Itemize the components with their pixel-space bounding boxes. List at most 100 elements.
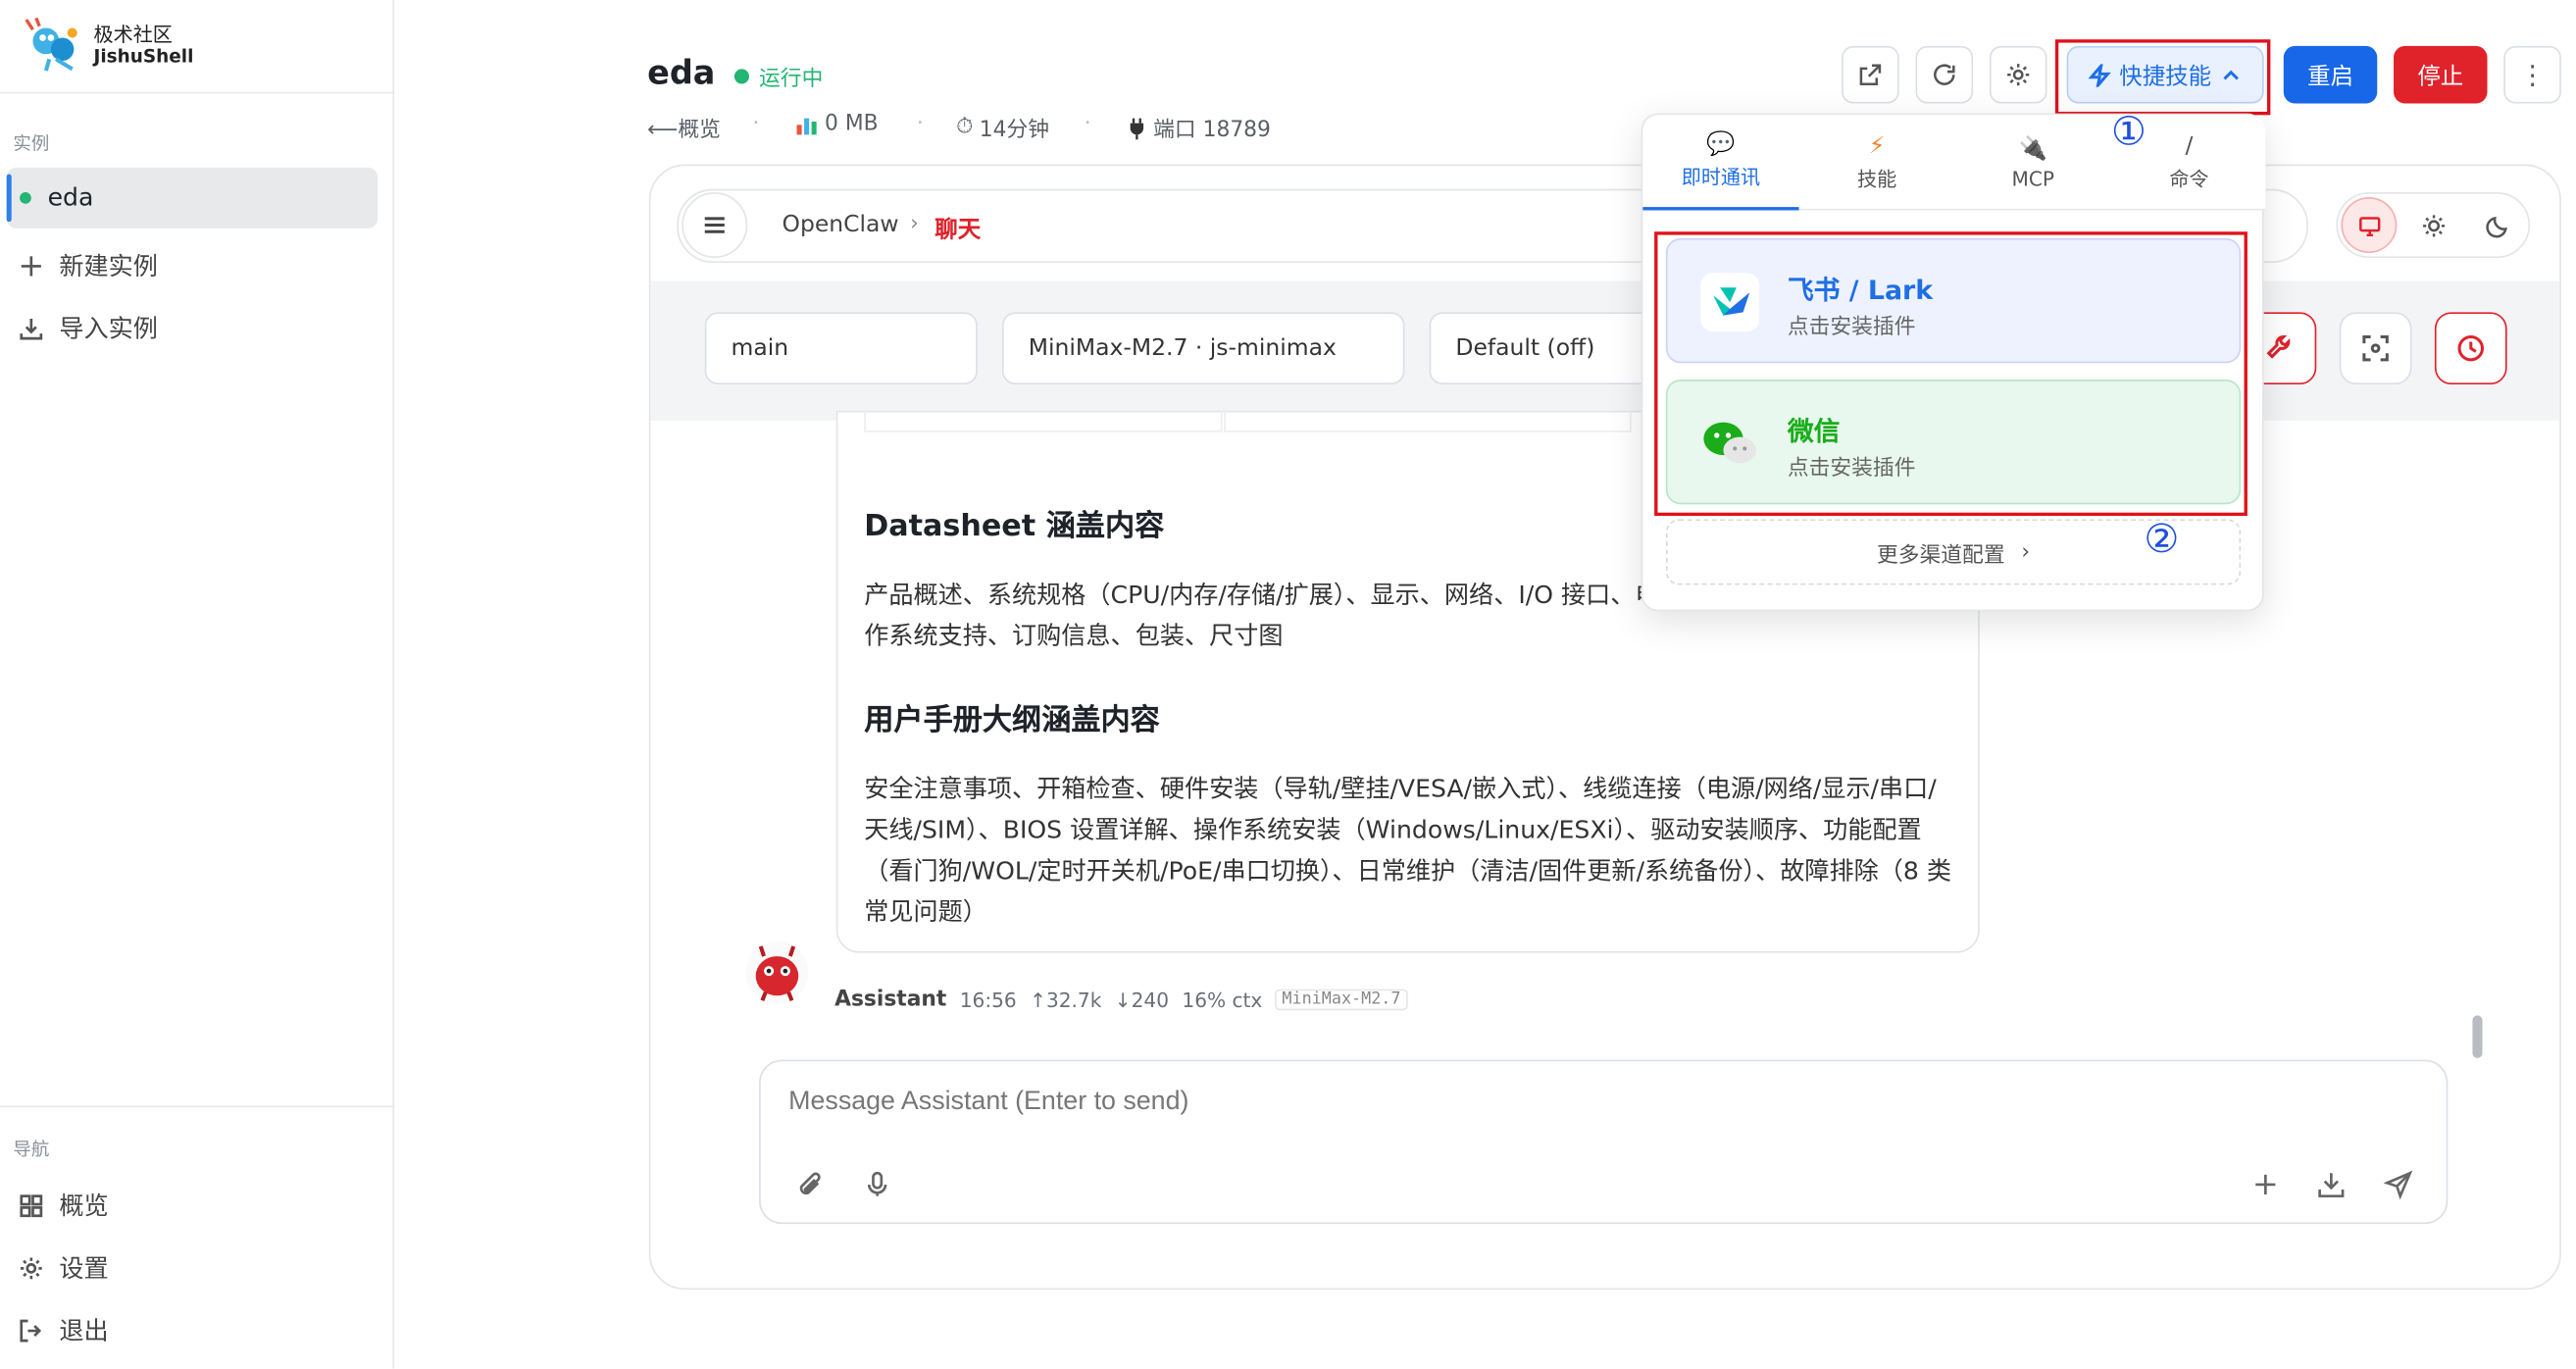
new-instance-label: 新建实例 <box>59 251 158 281</box>
logout-label: 退出 <box>59 1315 109 1346</box>
message-time: 16:56 <box>959 988 1017 1012</box>
session-select[interactable]: main <box>704 312 978 385</box>
gear-icon <box>2007 64 2030 86</box>
stopwatch-icon: ⏱ <box>956 115 974 140</box>
tokens-in: ↑32.7k <box>1030 988 1102 1012</box>
bolt-icon: ⚡ <box>1868 132 1886 160</box>
memory-usage: 0 MB <box>795 112 879 136</box>
theme-switcher <box>2336 192 2531 259</box>
hamburger-icon <box>704 217 725 233</box>
plug-icon <box>1130 117 1144 139</box>
memory-value: 0 MB <box>825 111 879 137</box>
message-author: Assistant <box>834 987 947 1013</box>
thinking-select[interactable]: Default (off) <box>1429 312 1660 385</box>
menu-toggle-button[interactable] <box>682 192 748 259</box>
nav-section-label: 导航 <box>13 1139 50 1160</box>
sun-icon <box>2422 214 2445 236</box>
clock-icon <box>2457 334 2485 362</box>
uptime: ⏱ 14分钟 <box>956 112 1050 143</box>
model-select[interactable]: MiniMax-M2.7 · js-minimax <box>1001 312 1405 385</box>
session-value: main <box>731 334 789 362</box>
focus-button[interactable] <box>2339 312 2412 385</box>
scrollbar-thumb[interactable] <box>2472 1015 2483 1058</box>
brand-name-cn: 极术社区 <box>93 23 173 46</box>
context-usage: 16% ctx <box>1182 988 1263 1012</box>
history-button[interactable] <box>2434 312 2507 385</box>
focus-icon <box>2362 334 2389 362</box>
running-dot-icon <box>20 192 31 204</box>
back-overview-link[interactable]: ⟵概览 <box>647 112 721 143</box>
dropdown-tabs: 💬 即时通讯 ⚡ 技能 🔌 MCP / 命令 <box>1642 115 2266 211</box>
bar-chart-icon <box>796 117 817 134</box>
model-value: MiniMax-M2.7 · js-minimax <box>1028 334 1337 362</box>
breadcrumb-current: 聊天 <box>934 217 982 243</box>
chat-bubble-icon: 💬 <box>1706 131 1736 158</box>
status-badge: 运行中 <box>733 61 824 92</box>
message-heading-manual: 用户手册大纲涵盖内容 <box>864 703 1160 738</box>
tab-label: 即时通讯 <box>1681 166 1761 189</box>
annotation-one: ① <box>2110 108 2147 155</box>
new-session-button[interactable] <box>2249 1168 2283 1201</box>
chevron-right-icon: › <box>2021 539 2031 565</box>
sidebar-item-overview[interactable]: 概览 <box>18 1188 109 1222</box>
tab-label: 命令 <box>2169 167 2209 191</box>
send-button[interactable] <box>2382 1168 2415 1201</box>
status-text: 运行中 <box>759 67 824 92</box>
table-remnant <box>864 410 1223 432</box>
voice-button[interactable] <box>861 1168 894 1201</box>
gear-icon <box>20 1256 42 1279</box>
port-info: 端口 18789 <box>1127 112 1271 143</box>
jishushell-logo <box>25 17 77 72</box>
stop-button[interactable]: 停止 <box>2394 45 2488 104</box>
plus-icon <box>21 255 41 276</box>
breadcrumb-root[interactable]: OpenClaw <box>782 212 898 238</box>
instance-name: eda <box>47 181 94 213</box>
message-paragraph-manual: 安全注意事项、开箱检查、硬件安装（导轨/壁挂/VESA/嵌入式）、线缆连接（电源… <box>864 774 1952 927</box>
highlight-box-1 <box>2054 39 2271 116</box>
sidebar-divider-bottom <box>0 1105 395 1108</box>
open-external-button[interactable] <box>1842 45 1899 104</box>
meta-separator: · <box>752 111 760 137</box>
theme-dark-button[interactable] <box>2469 197 2525 253</box>
brand-name-en: JishuShell <box>93 45 194 68</box>
tab-skills[interactable]: ⚡ 技能 <box>1799 115 1955 210</box>
sidebar-item-logout[interactable]: 退出 <box>18 1313 109 1347</box>
message-input[interactable] <box>788 1088 2268 1118</box>
sidebar-item-instance-eda[interactable]: eda <box>6 167 379 228</box>
theme-system-button[interactable] <box>2341 197 2398 254</box>
new-instance-button[interactable]: 新建实例 <box>18 248 158 282</box>
download-icon <box>20 318 43 339</box>
monitor-icon <box>2358 216 2380 236</box>
grid-icon <box>20 1193 43 1217</box>
microphone-icon <box>867 1171 887 1196</box>
instance-title: eda <box>647 52 716 92</box>
export-button[interactable] <box>2315 1168 2349 1201</box>
attach-button[interactable] <box>793 1168 827 1201</box>
import-instance-button[interactable]: 导入实例 <box>18 311 158 345</box>
active-indicator <box>6 174 12 223</box>
import-instance-label: 导入实例 <box>59 313 158 344</box>
restart-button[interactable]: 重启 <box>2283 45 2378 104</box>
assistant-avatar <box>745 940 809 1004</box>
status-dot-icon <box>733 69 749 84</box>
wrench-icon <box>2266 334 2291 359</box>
tokens-out: ↓240 <box>1114 988 1170 1012</box>
external-link-icon <box>1859 64 1882 85</box>
thinking-value: Default (off) <box>1455 334 1595 362</box>
meta-separator: · <box>916 111 924 137</box>
theme-light-button[interactable] <box>2405 197 2461 253</box>
refresh-button[interactable] <box>1915 45 1974 104</box>
port-value: 端口 18789 <box>1153 118 1271 143</box>
message-heading-datasheet: Datasheet 涵盖内容 <box>864 509 1165 544</box>
tab-instant-messaging[interactable]: 💬 即时通讯 <box>1642 115 1799 211</box>
settings-label: 设置 <box>59 1253 109 1284</box>
message-meta: Assistant 16:56 ↑32.7k ↓240 16% ctx Mini… <box>834 987 1408 1013</box>
settings-button[interactable] <box>1989 45 2047 104</box>
more-options-button[interactable]: ⋮ <box>2503 45 2561 104</box>
logout-icon <box>20 1318 42 1342</box>
plus-icon <box>2255 1174 2276 1195</box>
model-tag: MiniMax-M2.7 <box>1275 989 1408 1011</box>
tab-mcp[interactable]: 🔌 MCP <box>1955 115 2111 210</box>
sidebar-item-settings[interactable]: 设置 <box>18 1250 109 1285</box>
uptime-value: 14分钟 <box>979 118 1050 143</box>
